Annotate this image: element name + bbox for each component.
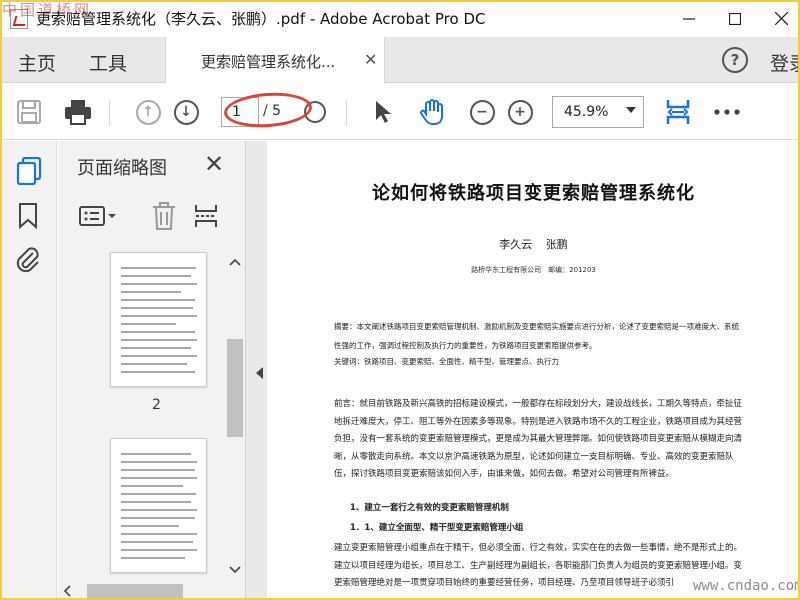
fit-page-icon — [666, 100, 690, 124]
save-icon — [17, 100, 41, 124]
left-rail — [0, 141, 57, 600]
document-view[interactable]: 论如何将铁路项目变更索赔管理系统化 李久云 张鹏 路桥华东工程有限公司 邮编：2… — [267, 141, 800, 600]
print-icon — [65, 100, 91, 125]
page-thumbnail[interactable] — [110, 252, 207, 387]
close-icon — [774, 12, 788, 25]
toolbar-separator — [109, 100, 110, 126]
options-menu-icon — [79, 206, 116, 226]
close-tab-icon[interactable]: ✕ — [364, 50, 377, 69]
more-tools-button[interactable] — [710, 84, 744, 140]
sign-in-link[interactable]: 登录 — [770, 49, 800, 76]
section-heading: 1、建立一套行之有效的变更索赔管理机制 — [350, 503, 509, 513]
paperclip-icon — [16, 247, 39, 273]
zoom-out-icon: − — [469, 99, 495, 125]
extract-pages-button[interactable] — [194, 203, 218, 233]
collapse-pane-icon[interactable] — [256, 367, 263, 379]
next-page-button[interactable]: ↓ — [171, 84, 201, 140]
watermark-bottom: www.cndao.com — [693, 578, 800, 594]
zoom-in-button[interactable]: + — [505, 84, 535, 140]
hand-tool-button[interactable] — [416, 84, 448, 140]
bookmark-icon — [19, 203, 37, 230]
bookmarks-button[interactable] — [18, 203, 38, 233]
horizontal-scrollbar-thumb[interactable] — [87, 584, 183, 598]
fit-page-button[interactable] — [662, 84, 694, 140]
page-up-icon: ↑ — [135, 99, 161, 125]
select-arrow-icon — [376, 101, 391, 123]
minimize-button[interactable] — [666, 0, 712, 37]
thumbnail-page-number: 2 — [152, 397, 161, 413]
window-title: 更索赔管理系统化（李久云、张鹏）.pdf - Adobe Acrobat Pro… — [36, 10, 486, 28]
thumbnail-pane-title: 页面缩略图 — [77, 158, 167, 179]
save-button[interactable] — [14, 84, 44, 140]
document-body: 建立变更索赔管理小组重点在于精干，但必须全面，行之有效，实实在在的去做一些事情，… — [334, 543, 743, 588]
delete-pages-button[interactable] — [151, 202, 177, 234]
attachments-button[interactable] — [15, 245, 41, 277]
scroll-down-icon — [229, 566, 241, 574]
page-thumbnails-button[interactable] — [16, 156, 42, 189]
document-intro: 前言：就目前铁路及新兴高铁的招标建设模式，一般都存在标段划分大，建设战线长，工期… — [334, 399, 743, 479]
document-title: 论如何将铁路项目变更索赔管理系统化 — [372, 183, 695, 204]
extract-pages-icon — [195, 205, 217, 227]
thumbnail-options-button[interactable] — [79, 205, 117, 231]
close-window-button[interactable] — [758, 0, 800, 37]
scroll-left-icon — [63, 585, 71, 597]
select-tool-button[interactable] — [370, 84, 396, 140]
document-authors: 李久云 张鹏 — [499, 238, 568, 251]
page-thumbnail[interactable] — [110, 438, 207, 573]
maximize-button[interactable] — [712, 0, 758, 37]
toolbar-separator — [346, 100, 347, 126]
subsection-heading: 1．1、建立全面型、精干型变更索赔管理小组 — [350, 523, 524, 533]
tools-tab[interactable]: 工具 — [89, 49, 127, 76]
more-icon — [714, 109, 740, 115]
zoom-in-icon: + — [507, 99, 533, 125]
document-keywords: 关键词：铁路项目、变更索赔、全面性、精干型、管理要点、执行力 — [334, 357, 559, 366]
home-tab[interactable]: 主页 — [18, 49, 56, 76]
previous-page-button[interactable]: ↑ — [133, 84, 163, 140]
close-pane-icon[interactable]: ✕ — [204, 150, 224, 178]
title-bar: 更索赔管理系统化（李久云、张鹏）.pdf - Adobe Acrobat Pro… — [0, 0, 800, 37]
scroll-up-icon — [229, 258, 241, 266]
print-button[interactable] — [62, 84, 94, 140]
zoom-out-button[interactable]: − — [467, 84, 497, 140]
document-tab[interactable]: 更索赔管理系统化... ✕ — [165, 37, 385, 83]
document-tab-label: 更索赔管理系统化... — [201, 53, 336, 71]
scrollbar-thumb[interactable] — [227, 339, 243, 437]
document-abstract: 摘要：本文阐述铁路项目变更索赔管理机制、激励机制及变更索赔实施要点进行分析，论述… — [334, 322, 739, 350]
page-thumbnails-icon — [16, 156, 42, 186]
hand-icon — [420, 99, 443, 125]
watermark-top: 中国道桥网 — [2, 1, 93, 19]
chevron-down-icon[interactable] — [626, 107, 636, 113]
document-affiliation: 路桥华东工程有限公司 邮编：201203 — [471, 266, 596, 274]
trash-icon — [153, 202, 175, 230]
page-down-icon: ↓ — [173, 99, 199, 125]
maximize-icon — [729, 12, 741, 25]
nav-bar: 主页 工具 更索赔管理系统化... ✕ ? 登录 — [0, 37, 800, 83]
minimize-icon — [683, 17, 695, 20]
help-icon[interactable]: ? — [722, 47, 748, 73]
toolbar: ↑ ↓ − + — [0, 84, 800, 140]
